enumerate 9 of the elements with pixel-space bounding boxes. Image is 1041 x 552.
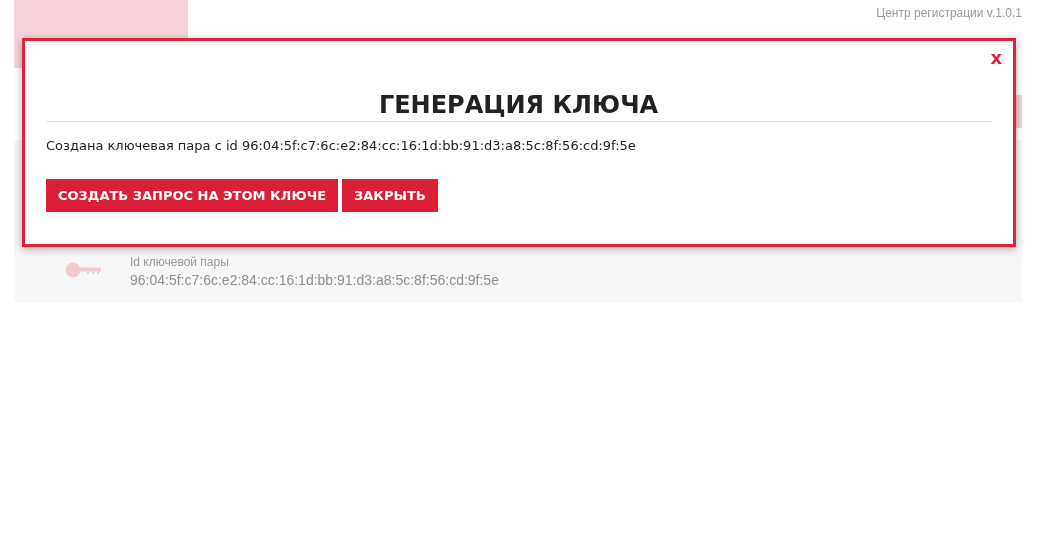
dialog-title: ГЕНЕРАЦИЯ КЛЮЧА [46, 91, 991, 122]
version-text: Центр регистрации v.1.0.1 [876, 6, 1022, 20]
field-label: Id ключевой пары [130, 255, 230, 269]
dialog-button[interactable]: СОЗДАТЬ ЗАПРОС НА ЭТОМ КЛЮЧЕ [46, 179, 339, 212]
close-button[interactable]: x [990, 46, 1002, 68]
dialog-button[interactable]: ЗАКРЫТЬ [342, 179, 438, 212]
dialog-message: Создана ключевая пара с id 96:04:5f:c7:6c:e2:84:cc:16:1d:bb:91:d3:a8:5c:8f:56:cd:9f:5e [46, 138, 637, 153]
key-id-value: 96:04:5f:c7:6c:e2:84:cc:16:1d:bb:91:d3:a8:5c:8f:56:cd:9f:5e [130, 272, 499, 288]
key-icon [65, 262, 101, 278]
